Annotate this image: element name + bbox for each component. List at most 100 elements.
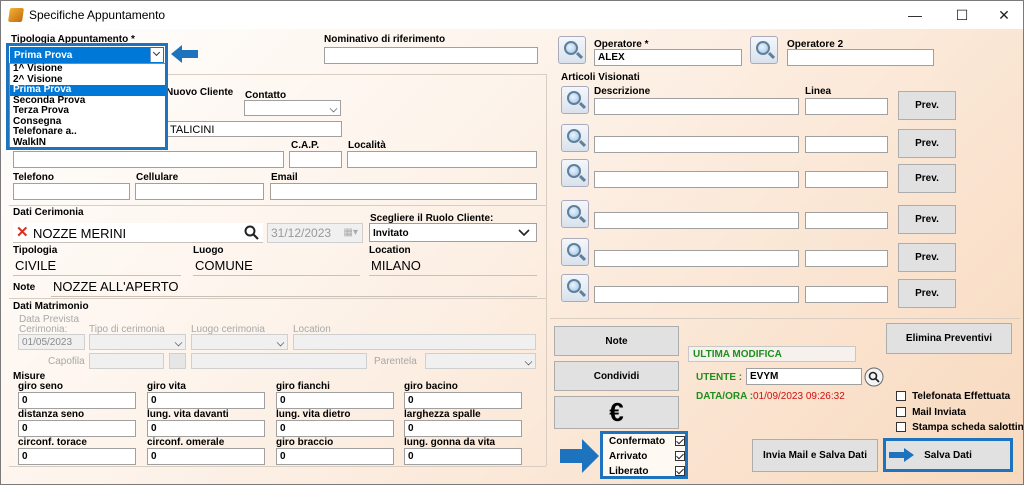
mail-checkbox[interactable] [896,407,906,418]
articolo-descrizione-input[interactable] [594,250,799,267]
misura-label: lung. vita davanti [147,409,229,420]
utente-input[interactable]: EVYM [746,368,862,385]
confermato-checkbox[interactable] [675,436,685,446]
search-icon[interactable] [864,367,884,387]
prev-button[interactable]: Prev. [898,279,956,308]
dropdown-option[interactable]: Telefonare a.. [10,126,165,138]
articolo-search-button[interactable] [561,200,589,228]
indirizzo-input[interactable] [13,151,284,168]
matrimonio-date-input[interactable]: 01/05/2023 [18,334,85,350]
cliente-name-input[interactable]: TALICINI [166,121,342,137]
dropdown-option[interactable]: Terza Prova [10,105,165,117]
arrivato-row[interactable]: Arrivato [609,450,685,462]
prev-button[interactable]: Prev. [898,129,956,158]
parentela-select[interactable] [425,353,536,369]
dropdown-option-selected[interactable]: Prima Prova [10,84,165,96]
cellulare-input[interactable] [135,183,264,200]
misura-input[interactable]: 0 [404,392,522,409]
euro-button[interactable]: € [554,396,679,429]
misura-input[interactable]: 0 [18,448,136,465]
operatore2-input[interactable] [787,49,934,66]
mail-checkbox-row[interactable]: Mail Inviata [896,406,966,418]
cerimonia-date-picker[interactable]: 31/12/2023 ▦▾ [267,223,363,243]
misura-input[interactable]: 0 [276,448,394,465]
misura-input[interactable]: 0 [276,392,394,409]
articolo-descrizione-input[interactable] [594,171,799,188]
prev-button[interactable]: Prev. [898,164,956,193]
invia-mail-salva-button[interactable]: Invia Mail e Salva Dati [752,439,878,472]
liberato-row[interactable]: Liberato [609,465,685,477]
luogo-cerimonia-select[interactable] [191,334,288,350]
arrivato-checkbox[interactable] [675,451,685,461]
articolo-descrizione-input[interactable] [594,98,799,115]
misura-input[interactable]: 0 [147,448,265,465]
misura-input[interactable]: 0 [147,392,265,409]
misura-input[interactable]: 0 [18,420,136,437]
misura-input[interactable]: 0 [276,420,394,437]
misura-label: giro seno [18,381,64,392]
minimize-button[interactable]: — [894,1,936,29]
articolo-search-button[interactable] [561,238,589,266]
chevron-down-icon[interactable] [150,48,163,62]
capofila-name-input[interactable] [191,353,367,369]
liberato-checkbox[interactable] [675,466,685,476]
misura-input[interactable]: 0 [18,392,136,409]
note-button[interactable]: Note [554,326,679,356]
tipo-cerimonia-select[interactable] [89,334,186,350]
luogo-value: COMUNE [193,258,360,276]
calendar-icon: ▦▾ [343,227,358,238]
articolo-descrizione-input[interactable] [594,212,799,229]
telefonata-checkbox[interactable] [896,391,906,402]
salva-dati-button[interactable]: Salva Dati [883,438,1013,472]
maximize-button[interactable]: ☐ [941,1,983,29]
clear-x-icon[interactable]: ✕ [16,223,29,241]
close-button[interactable]: ✕ [983,1,1023,29]
operatore-input[interactable]: ALEX [594,49,742,66]
articolo-search-button[interactable] [561,86,589,114]
ultima-modifica-title: ULTIMA MODIFICA [693,349,782,360]
articolo-linea-input[interactable] [805,98,888,115]
cap-input[interactable] [289,151,342,168]
operatore-search-button[interactable] [558,36,586,64]
nominativo-input[interactable] [324,47,538,64]
prev-button[interactable]: Prev. [898,91,956,120]
data-ora-value: 01/09/2023 09:26:32 [753,391,845,402]
articolo-search-button[interactable] [561,124,589,152]
tipologia-dropdown-list: 1^ Visione 2^ Visione Prima Prova Second… [9,63,166,149]
prev-button[interactable]: Prev. [898,243,956,272]
misura-input[interactable]: 0 [147,420,265,437]
articolo-search-button[interactable] [561,159,589,187]
articolo-linea-input[interactable] [805,136,888,153]
telefono-label: Telefono [13,172,54,183]
articolo-linea-input[interactable] [805,171,888,188]
contatto-select[interactable] [244,100,341,116]
condividi-button[interactable]: Condividi [554,361,679,391]
articolo-descrizione-input[interactable] [594,286,799,303]
localita-label: Località [348,140,386,151]
articolo-descrizione-input[interactable] [594,136,799,153]
search-icon[interactable] [244,225,259,240]
articolo-linea-input[interactable] [805,250,888,267]
capofila-input[interactable] [89,353,164,369]
stampa-checkbox-row[interactable]: Stampa scheda salottino [896,421,1023,433]
articolo-linea-input[interactable] [805,212,888,229]
dropdown-option[interactable]: WalkIN [10,137,165,149]
confermato-row[interactable]: Confermato [609,435,685,447]
misura-input[interactable]: 0 [404,420,522,437]
localita-input[interactable] [347,151,537,168]
tipologia-select[interactable]: Prima Prova [10,47,164,63]
dropdown-option[interactable]: 1^ Visione [10,63,165,75]
elimina-preventivi-button[interactable]: Elimina Preventivi [886,323,1012,354]
telefonata-checkbox-row[interactable]: Telefonata Effettuata [896,390,1010,402]
articolo-linea-input[interactable] [805,286,888,303]
operatore2-search-button[interactable] [750,36,778,64]
prev-button[interactable]: Prev. [898,205,956,234]
stampa-checkbox[interactable] [896,422,906,433]
articolo-search-button[interactable] [561,274,589,302]
capofila-lookup-button[interactable] [169,353,186,369]
telefono-input[interactable] [13,183,130,200]
matrimonio-location-input[interactable] [293,334,536,350]
misura-input[interactable]: 0 [404,448,522,465]
ruolo-select[interactable]: Invitato [369,223,537,242]
email-input[interactable] [270,183,537,200]
